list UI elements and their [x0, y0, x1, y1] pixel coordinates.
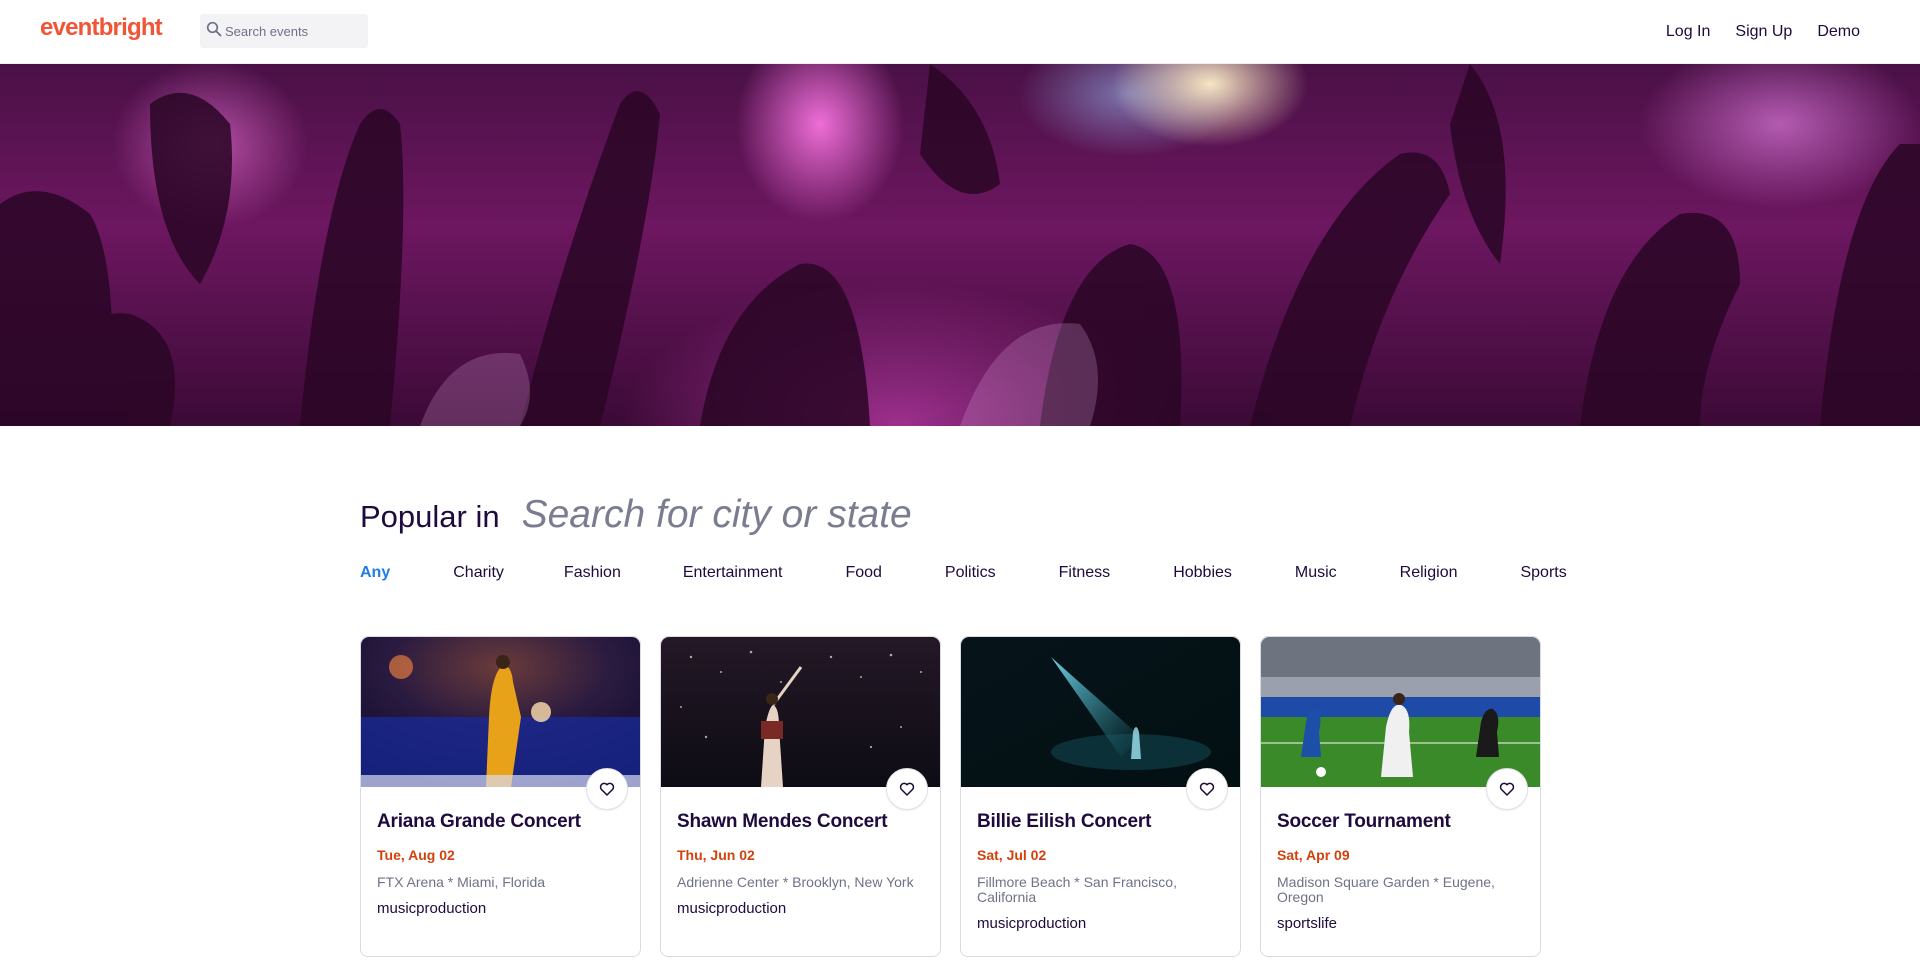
category-tab-music[interactable]: Music: [1295, 564, 1337, 582]
event-title[interactable]: Billie Eilish Concert: [977, 811, 1224, 833]
event-date: Sat, Jul 02: [977, 847, 1047, 863]
like-button[interactable]: [586, 768, 628, 810]
heart-icon: [1499, 782, 1515, 796]
heart-icon: [599, 782, 615, 796]
category-tab-religion[interactable]: Religion: [1400, 564, 1458, 582]
top-header: eventbright Log In Sign Up Demo: [0, 0, 1920, 64]
event-organizer: musicproduction: [377, 900, 487, 917]
category-tab-charity[interactable]: Charity: [453, 564, 504, 582]
event-title[interactable]: Soccer Tournament: [1277, 811, 1524, 833]
event-image[interactable]: [961, 637, 1240, 787]
event-card-body: Shawn Mendes Concert Thu, Jun 02 Adrienn…: [677, 811, 924, 917]
category-tab-any[interactable]: Any: [360, 564, 390, 582]
category-tab-sports[interactable]: Sports: [1520, 564, 1566, 582]
event-card[interactable]: Soccer Tournament Sat, Apr 09 Madison Sq…: [1260, 636, 1541, 957]
category-tab-fitness[interactable]: Fitness: [1059, 564, 1111, 582]
event-card-body: Billie Eilish Concert Sat, Jul 02 Fillmo…: [977, 811, 1224, 932]
popular-location-row: Popular in: [360, 493, 1022, 537]
search-input[interactable]: [225, 23, 365, 39]
hero-crowd-graphic: [0, 64, 1920, 426]
event-card-list: Ariana Grande Concert Tue, Aug 02 FTX Ar…: [360, 636, 1541, 957]
top-nav: Log In Sign Up Demo: [1641, 0, 1860, 64]
like-button[interactable]: [1486, 768, 1528, 810]
event-title[interactable]: Shawn Mendes Concert: [677, 811, 924, 833]
logo[interactable]: eventbright: [40, 14, 163, 42]
category-tab-fashion[interactable]: Fashion: [564, 564, 621, 582]
event-location: Madison Square Garden * Eugene, Oregon: [1277, 874, 1495, 905]
event-location: Fillmore Beach * San Francisco, Californ…: [977, 874, 1177, 905]
event-title[interactable]: Ariana Grande Concert: [377, 811, 624, 833]
event-location: Adrienne Center * Brooklyn, New York: [677, 874, 914, 890]
search-bar[interactable]: [200, 14, 368, 48]
event-card-body: Ariana Grande Concert Tue, Aug 02 FTX Ar…: [377, 811, 624, 917]
hero-banner-image: [0, 64, 1920, 426]
heart-icon: [899, 782, 915, 796]
event-date: Tue, Aug 02: [377, 847, 455, 863]
like-button[interactable]: [886, 768, 928, 810]
event-card[interactable]: Billie Eilish Concert Sat, Jul 02 Fillmo…: [960, 636, 1241, 957]
signup-link[interactable]: Sign Up: [1735, 23, 1792, 41]
search-icon: [206, 21, 222, 42]
event-organizer: musicproduction: [977, 915, 1087, 932]
event-image[interactable]: [1261, 637, 1540, 787]
like-button[interactable]: [1186, 768, 1228, 810]
category-tabs: Any Charity Fashion Entertainment Food P…: [360, 564, 1567, 582]
event-image[interactable]: [361, 637, 640, 787]
login-link[interactable]: Log In: [1666, 23, 1710, 41]
category-tab-politics[interactable]: Politics: [945, 564, 996, 582]
category-tab-food[interactable]: Food: [845, 564, 881, 582]
heart-icon: [1199, 782, 1215, 796]
event-location: FTX Arena * Miami, Florida: [377, 874, 546, 890]
event-organizer: sportslife: [1277, 915, 1338, 932]
event-date: Sat, Apr 09: [1277, 847, 1350, 863]
event-organizer: musicproduction: [677, 900, 787, 917]
event-card-body: Soccer Tournament Sat, Apr 09 Madison Sq…: [1277, 811, 1524, 932]
event-image[interactable]: [661, 637, 940, 787]
demo-link[interactable]: Demo: [1817, 23, 1860, 41]
category-tab-entertainment[interactable]: Entertainment: [683, 564, 783, 582]
event-card[interactable]: Ariana Grande Concert Tue, Aug 02 FTX Ar…: [360, 636, 641, 957]
event-date: Thu, Jun 02: [677, 847, 755, 863]
popular-in-label: Popular in: [360, 499, 500, 534]
event-card[interactable]: Shawn Mendes Concert Thu, Jun 02 Adrienn…: [660, 636, 941, 957]
category-tab-hobbies[interactable]: Hobbies: [1173, 564, 1232, 582]
city-search-input[interactable]: [521, 493, 1022, 537]
